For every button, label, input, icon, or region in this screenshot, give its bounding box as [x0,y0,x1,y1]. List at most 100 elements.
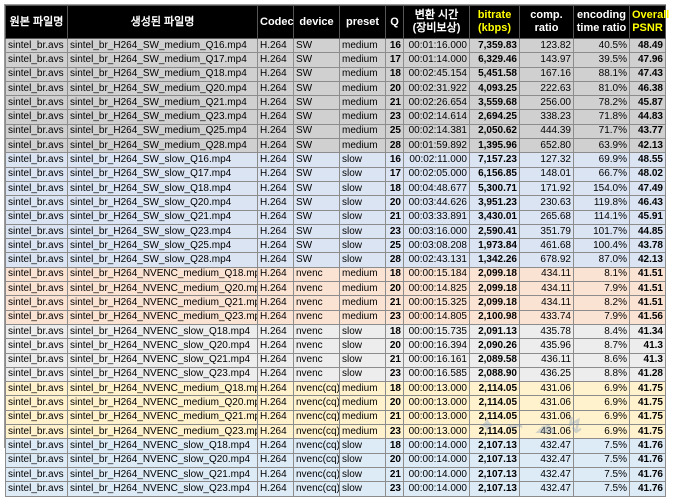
cell-overall-psnr[interactable]: 47.96 [629,52,666,68]
cell-device[interactable]: nvenc(cq) [293,424,340,440]
header-codec[interactable]: Codec [257,5,294,39]
cell-q[interactable]: 21 [385,209,404,225]
cell-encoding-time-ratio[interactable]: 6.9% [573,424,630,440]
header-output-file[interactable]: 생성된 파일명 [67,5,258,39]
cell-overall-psnr[interactable]: 41.34 [629,323,666,340]
table-row[interactable]: sintel_br.avs sintel_br_H264_SW_medium_Q2… [5,123,666,140]
cell-overall-psnr[interactable]: 41.75 [629,395,666,411]
cell-bitrate[interactable]: 1,973.84 [469,238,520,254]
cell-output-file[interactable]: sintel_br_H264_SW_medium_Q16.mp4 [67,37,258,54]
cell-conversion-time[interactable]: 00:02:14.614 [403,109,470,125]
cell-source-file[interactable]: sintel_br.avs [5,438,68,454]
cell-conversion-time[interactable]: 00:02:43.131 [403,252,470,268]
cell-comp-ratio[interactable]: 431.06 [519,381,574,397]
cell-codec[interactable]: H.264 [257,80,294,97]
cell-comp-ratio[interactable]: 432.47 [519,452,574,468]
cell-encoding-time-ratio[interactable]: 6.9% [573,395,630,411]
cell-conversion-time[interactable]: 00:02:31.922 [403,80,470,97]
cell-device[interactable]: SW [293,238,340,254]
cell-codec[interactable]: H.264 [257,481,294,497]
cell-source-file[interactable]: sintel_br.avs [5,366,68,383]
cell-output-file[interactable]: sintel_br_H264_SW_medium_Q18.mp4 [67,66,258,82]
cell-encoding-time-ratio[interactable]: 6.9% [573,409,630,426]
cell-bitrate[interactable]: 2,090.26 [469,338,520,354]
table-row[interactable]: sintel_br.avs sintel_br_H264_SW_slow_Q20.… [5,195,666,211]
cell-output-file[interactable]: sintel_br_H264_SW_medium_Q23.mp4 [67,109,258,125]
cell-comp-ratio[interactable]: 461.68 [519,238,574,254]
cell-overall-psnr[interactable]: 41.3 [629,338,666,354]
cell-encoding-time-ratio[interactable]: 119.8% [573,195,630,211]
cell-device[interactable]: nvenc [293,295,340,311]
cell-conversion-time[interactable]: 00:00:16.161 [403,352,470,368]
cell-encoding-time-ratio[interactable]: 81.0% [573,80,630,97]
cell-source-file[interactable]: sintel_br.avs [5,109,68,125]
table-row[interactable]: sintel_br.avs sintel_br_H264_SW_slow_Q18.… [5,180,666,197]
cell-overall-psnr[interactable]: 41.56 [629,309,666,325]
cell-q[interactable]: 23 [385,223,404,240]
cell-comp-ratio[interactable]: 256.00 [519,95,574,111]
cell-codec[interactable]: H.264 [257,95,294,111]
cell-conversion-time[interactable]: 00:00:14.000 [403,452,470,468]
cell-bitrate[interactable]: 3,559.68 [469,95,520,111]
cell-conversion-time[interactable]: 00:02:05.000 [403,166,470,182]
cell-overall-psnr[interactable]: 41.76 [629,452,666,468]
cell-device[interactable]: nvenc [293,266,340,283]
cell-preset[interactable]: medium [339,52,386,68]
cell-source-file[interactable]: sintel_br.avs [5,238,68,254]
cell-output-file[interactable]: sintel_br_H264_NVENC_slow_Q21.mp4 [67,466,258,483]
cell-bitrate[interactable]: 2,091.13 [469,323,520,340]
cell-overall-psnr[interactable]: 41.51 [629,266,666,283]
table-row[interactable]: sintel_br.avs sintel_br_H264_NVENC_medium… [5,266,666,283]
cell-bitrate[interactable]: 7,359.83 [469,37,520,54]
cell-comp-ratio[interactable]: 436.25 [519,366,574,383]
cell-q[interactable]: 21 [385,295,404,311]
cell-comp-ratio[interactable]: 123.82 [519,37,574,54]
cell-bitrate[interactable]: 2,100.98 [469,309,520,325]
cell-device[interactable]: nvenc [293,309,340,325]
cell-overall-psnr[interactable]: 45.87 [629,95,666,111]
cell-overall-psnr[interactable]: 41.75 [629,381,666,397]
cell-overall-psnr[interactable]: 43.78 [629,238,666,254]
cell-overall-psnr[interactable]: 41.76 [629,466,666,483]
cell-conversion-time[interactable]: 00:00:13.000 [403,409,470,426]
table-row[interactable]: sintel_br.avs sintel_br_H264_SW_slow_Q23.… [5,223,666,240]
cell-bitrate[interactable]: 2,114.05 [469,424,520,440]
cell-conversion-time[interactable]: 00:04:48.677 [403,180,470,197]
cell-source-file[interactable]: sintel_br.avs [5,37,68,54]
cell-codec[interactable]: H.264 [257,180,294,197]
cell-bitrate[interactable]: 2,107.13 [469,466,520,483]
cell-conversion-time[interactable]: 00:01:14.000 [403,52,470,68]
cell-encoding-time-ratio[interactable]: 8.8% [573,366,630,383]
table-row[interactable]: sintel_br.avs sintel_br_H264_NVENC_slow_Q… [5,466,666,483]
cell-q[interactable]: 18 [385,323,404,340]
cell-comp-ratio[interactable]: 143.97 [519,52,574,68]
table-row[interactable]: sintel_br.avs sintel_br_H264_SW_medium_Q1… [5,37,666,54]
cell-conversion-time[interactable]: 00:00:16.585 [403,366,470,383]
cell-source-file[interactable]: sintel_br.avs [5,180,68,197]
cell-conversion-time[interactable]: 00:00:15.735 [403,323,470,340]
cell-overall-psnr[interactable]: 41.76 [629,438,666,454]
cell-device[interactable]: nvenc [293,323,340,340]
cell-output-file[interactable]: sintel_br_H264_SW_slow_Q23.mp4 [67,223,258,240]
cell-preset[interactable]: medium [339,138,386,154]
cell-device[interactable]: SW [293,109,340,125]
cell-source-file[interactable]: sintel_br.avs [5,281,68,297]
header-conversion-time[interactable]: 변환 시간 (장비보상) [403,5,470,39]
cell-source-file[interactable]: sintel_br.avs [5,123,68,140]
cell-overall-psnr[interactable]: 47.43 [629,66,666,82]
cell-bitrate[interactable]: 4,093.25 [469,80,520,97]
cell-device[interactable]: nvenc [293,352,340,368]
cell-codec[interactable]: H.264 [257,252,294,268]
cell-bitrate[interactable]: 7,157.23 [469,152,520,168]
cell-preset[interactable]: slow [339,323,386,340]
table-row[interactable]: sintel_br.avs sintel_br_H264_NVENC_slow_Q… [5,323,666,340]
cell-overall-psnr[interactable]: 41.28 [629,366,666,383]
cell-codec[interactable]: H.264 [257,366,294,383]
cell-device[interactable]: nvenc(cq) [293,381,340,397]
cell-codec[interactable]: H.264 [257,166,294,182]
cell-source-file[interactable]: sintel_br.avs [5,481,68,497]
cell-comp-ratio[interactable]: 338.23 [519,109,574,125]
cell-preset[interactable]: slow [339,352,386,368]
cell-encoding-time-ratio[interactable]: 78.2% [573,95,630,111]
cell-preset[interactable]: medium [339,409,386,426]
